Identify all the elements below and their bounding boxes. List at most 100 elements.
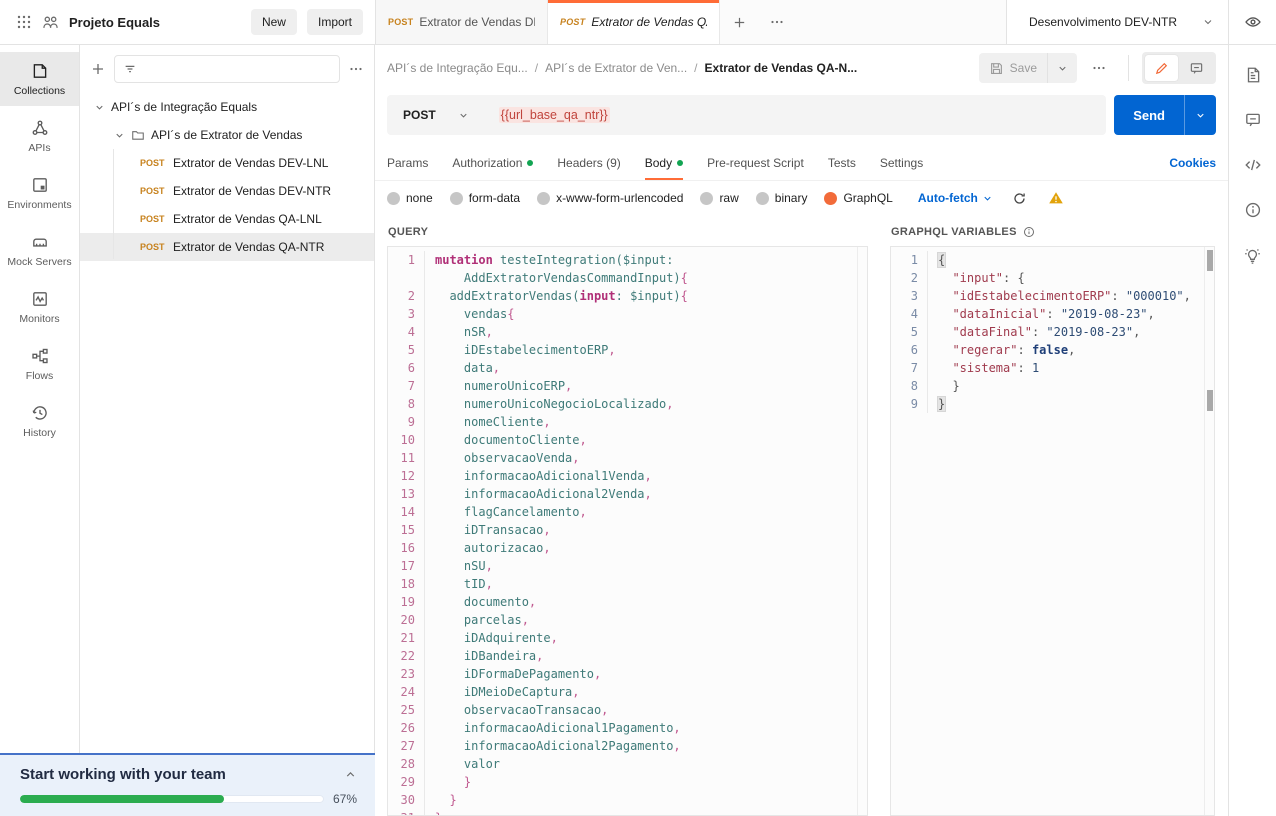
rail-item-collections[interactable]: Collections: [0, 52, 79, 106]
body-type-none[interactable]: none: [387, 191, 433, 205]
documentation-icon[interactable]: [1239, 61, 1267, 89]
scrollbar-thumb[interactable]: [1207, 390, 1213, 411]
url-input[interactable]: {{url_base_qa_ntr}}: [483, 107, 1107, 123]
code-line[interactable]: 1mutation testeIntegration($input:: [388, 251, 857, 269]
schema-warning-icon[interactable]: [1048, 190, 1064, 206]
variables-editor[interactable]: 1{2 "input": {3 "idEstabelecimentoERP": …: [890, 246, 1215, 816]
tab-pre-request-script[interactable]: Pre-request Script: [707, 145, 804, 180]
body-type-graphql[interactable]: GraphQL: [824, 191, 892, 205]
method-selector[interactable]: POST: [387, 108, 483, 122]
code-line[interactable]: 22 iDBandeira,: [388, 647, 857, 665]
tab-tests[interactable]: Tests: [828, 145, 856, 180]
code-line[interactable]: 12 informacaoAdicional1Venda,: [388, 467, 857, 485]
environment-selector[interactable]: Desenvolvimento DEV-NTR: [1006, 0, 1228, 44]
code-line[interactable]: 25 observacaoTransacao,: [388, 701, 857, 719]
code-line[interactable]: 29 }: [388, 773, 857, 791]
body-type-raw[interactable]: raw: [700, 191, 738, 205]
sidebar-search-input[interactable]: [143, 61, 331, 77]
code-line[interactable]: 20 parcelas,: [388, 611, 857, 629]
sidebar-search[interactable]: [114, 55, 340, 83]
tab-authorization[interactable]: Authorization: [452, 145, 533, 180]
code-line[interactable]: 11 observacaoVenda,: [388, 449, 857, 467]
code-line[interactable]: 3 "idEstabelecimentoERP": "000010",: [891, 287, 1204, 305]
tree-row-request[interactable]: POST Extrator de Vendas QA-LNL: [80, 205, 374, 233]
code-line[interactable]: 30 }: [388, 791, 857, 809]
rail-item-mock-servers[interactable]: Mock Servers: [0, 223, 79, 277]
tree-row-request[interactable]: POST Extrator de Vendas DEV-LNL: [80, 149, 374, 177]
rail-item-flows[interactable]: Flows: [0, 337, 79, 391]
info-icon[interactable]: [1239, 196, 1267, 224]
code-line[interactable]: 21 iDAdquirente,: [388, 629, 857, 647]
code-line[interactable]: 9}: [891, 395, 1204, 413]
code-line[interactable]: 6 "regerar": false,: [891, 341, 1204, 359]
send-button[interactable]: Send: [1114, 95, 1184, 135]
breadcrumb-folder[interactable]: API´s de Extrator de Ven...: [545, 61, 687, 75]
tree-row-request-selected[interactable]: POST Extrator de Vendas QA-NTR: [80, 233, 374, 261]
cookies-link[interactable]: Cookies: [1169, 156, 1216, 170]
code-line[interactable]: 3 vendas{: [388, 305, 857, 323]
body-type-form-data[interactable]: form-data: [450, 191, 520, 205]
add-collection-button[interactable]: [90, 61, 106, 77]
comment-mode-button[interactable]: [1180, 55, 1213, 81]
code-line[interactable]: 5 iDEstabelecimentoERP,: [388, 341, 857, 359]
query-scrollbar[interactable]: [857, 247, 867, 815]
send-options-chevron-icon[interactable]: [1184, 95, 1216, 135]
request-more-options-icon[interactable]: [1083, 60, 1115, 76]
environment-quick-look[interactable]: [1228, 0, 1276, 44]
tree-row-collection[interactable]: API´s de Integração Equals: [80, 93, 374, 121]
tab-body[interactable]: Body: [645, 145, 683, 180]
grid-menu-icon[interactable]: [16, 14, 32, 30]
code-line[interactable]: AddExtratorVendasCommandInput){: [388, 269, 857, 287]
new-button[interactable]: New: [251, 9, 297, 35]
scrollbar-thumb[interactable]: [1207, 250, 1213, 271]
code-line[interactable]: 23 iDFormaDePagamento,: [388, 665, 857, 683]
code-line[interactable]: 8 }: [891, 377, 1204, 395]
rail-item-monitors[interactable]: Monitors: [0, 280, 79, 334]
code-line[interactable]: 2 "input": {: [891, 269, 1204, 287]
chevron-up-icon[interactable]: [344, 768, 357, 781]
body-type-urlencoded[interactable]: x-www-form-urlencoded: [537, 191, 683, 205]
query-editor[interactable]: 1mutation testeIntegration($input: AddEx…: [387, 246, 868, 816]
variables-scrollbar[interactable]: [1204, 247, 1214, 815]
save-button[interactable]: Save: [979, 61, 1047, 76]
code-snippet-icon[interactable]: [1239, 151, 1267, 179]
code-line[interactable]: 13 informacaoAdicional2Venda,: [388, 485, 857, 503]
breadcrumb-request[interactable]: Extrator de Vendas QA-N...: [705, 61, 858, 75]
code-line[interactable]: 9 nomeCliente,: [388, 413, 857, 431]
info-icon[interactable]: [1023, 226, 1035, 238]
tab-settings[interactable]: Settings: [880, 145, 923, 180]
code-line[interactable]: 1{: [891, 251, 1204, 269]
code-line[interactable]: 31}: [388, 809, 857, 815]
code-line[interactable]: 4 "dataInicial": "2019-08-23",: [891, 305, 1204, 323]
import-button[interactable]: Import: [307, 9, 363, 35]
code-line[interactable]: 7 numeroUnicoERP,: [388, 377, 857, 395]
code-line[interactable]: 2 addExtratorVendas(input: $input){: [388, 287, 857, 305]
chevron-down-icon[interactable]: [114, 130, 125, 141]
save-options-chevron-icon[interactable]: [1048, 63, 1077, 74]
rail-item-environments[interactable]: Environments: [0, 166, 79, 220]
edit-mode-button[interactable]: [1145, 55, 1178, 81]
rail-item-history[interactable]: History: [0, 394, 79, 448]
code-line[interactable]: 14 flagCancelamento,: [388, 503, 857, 521]
tree-row-request[interactable]: POST Extrator de Vendas DEV-NTR: [80, 177, 374, 205]
postbot-lightbulb-icon[interactable]: [1239, 241, 1267, 269]
request-tab-dev[interactable]: POST Extrator de Vendas DEV-: [376, 0, 548, 44]
code-line[interactable]: 15 iDTransacao,: [388, 521, 857, 539]
code-line[interactable]: 28 valor: [388, 755, 857, 773]
chevron-down-icon[interactable]: [94, 102, 105, 113]
code-line[interactable]: 6 data,: [388, 359, 857, 377]
rail-item-apis[interactable]: APIs: [0, 109, 79, 163]
code-line[interactable]: 19 documento,: [388, 593, 857, 611]
code-line[interactable]: 8 numeroUnicoNegocioLocalizado,: [388, 395, 857, 413]
code-line[interactable]: 26 informacaoAdicional1Pagamento,: [388, 719, 857, 737]
tab-headers[interactable]: Headers (9): [557, 145, 620, 180]
sidebar-options-icon[interactable]: [348, 61, 364, 77]
code-line[interactable]: 17 nSU,: [388, 557, 857, 575]
breadcrumb-collection[interactable]: API´s de Integração Equ...: [387, 61, 528, 75]
refresh-schema-icon[interactable]: [1012, 191, 1027, 206]
code-line[interactable]: 27 informacaoAdicional2Pagamento,: [388, 737, 857, 755]
code-line[interactable]: 18 tID,: [388, 575, 857, 593]
tree-row-folder[interactable]: API´s de Extrator de Vendas: [80, 121, 374, 149]
tab-options-icon[interactable]: [758, 0, 796, 44]
code-line[interactable]: 10 documentoCliente,: [388, 431, 857, 449]
